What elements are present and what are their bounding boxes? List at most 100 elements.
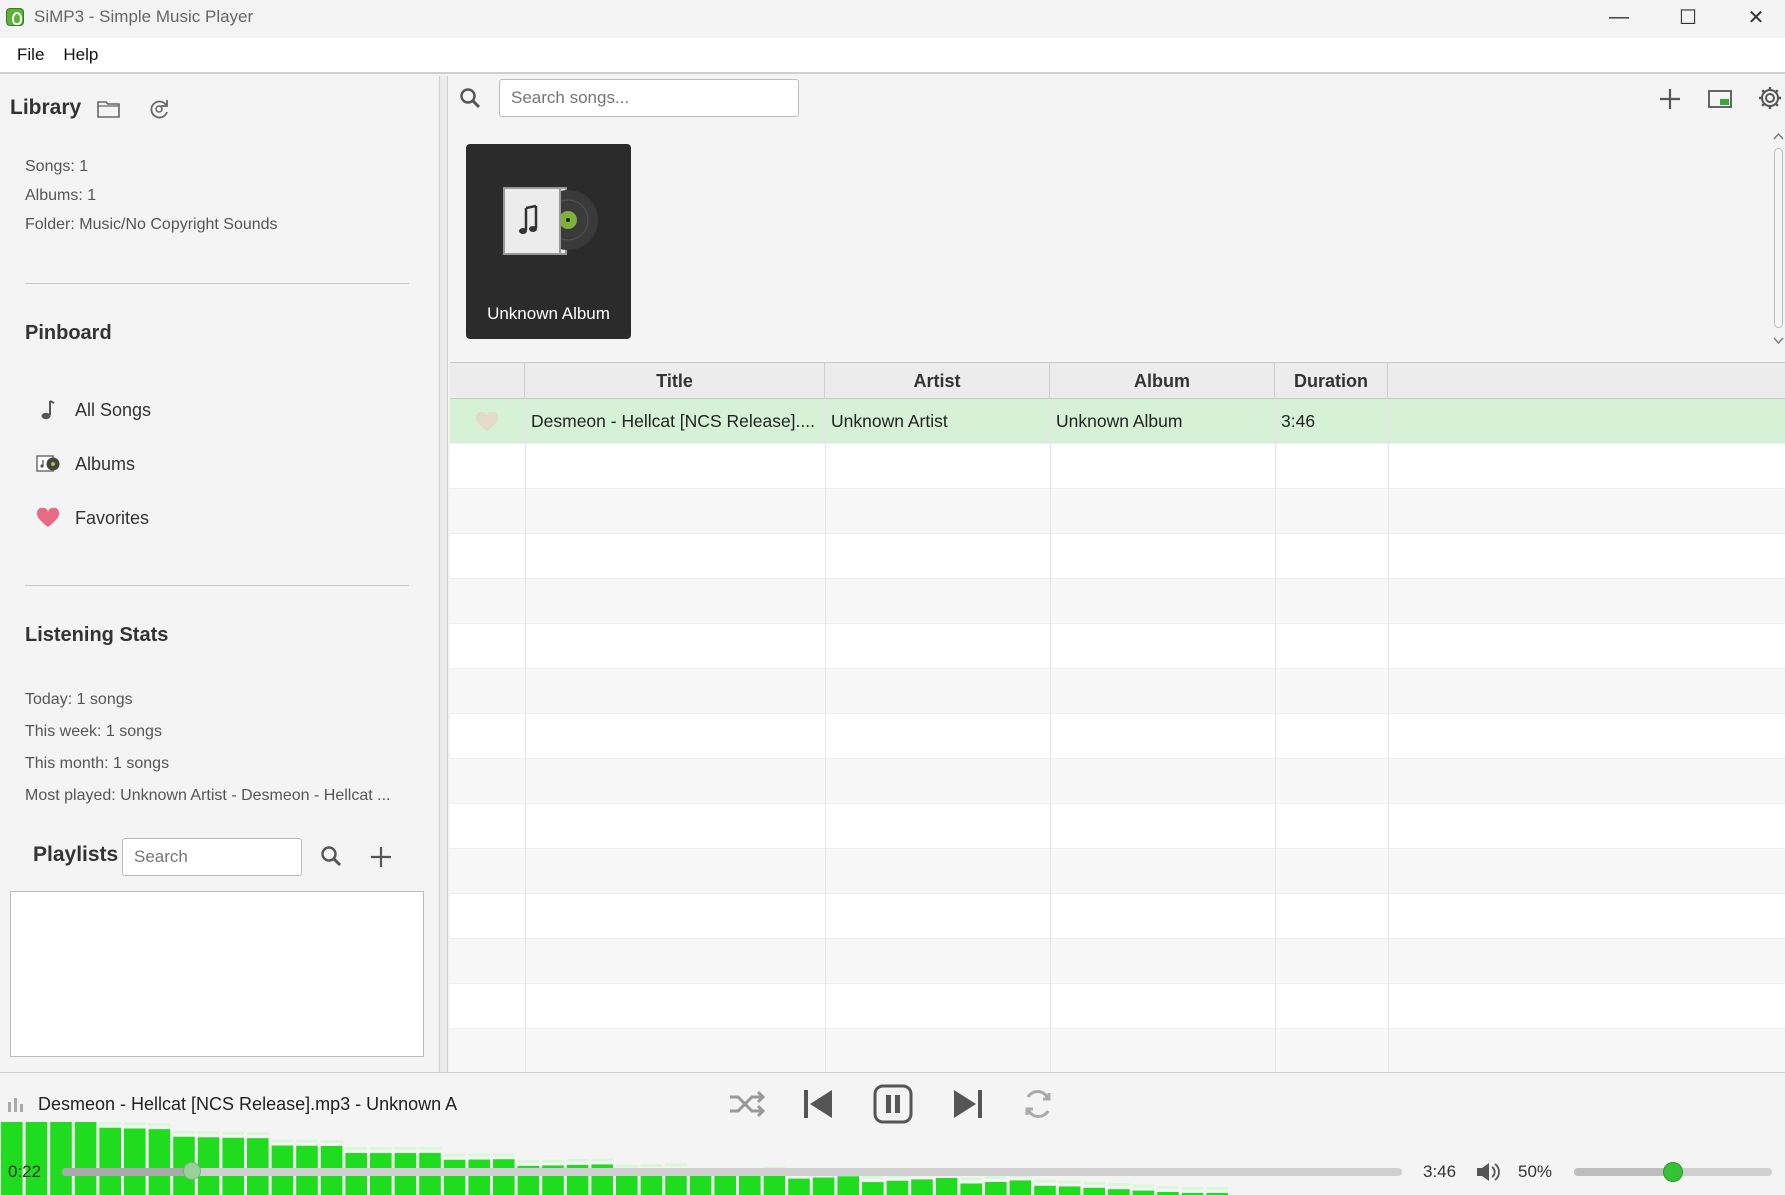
playlist-search-input[interactable]: [122, 838, 302, 876]
library-folder: Folder: Music/No Copyright Sounds: [25, 216, 278, 233]
table-row-empty: [450, 1029, 1785, 1074]
main-search-button[interactable]: [458, 86, 482, 110]
visualizer-bar: [812, 1177, 835, 1195]
visualizer-bar: [689, 1175, 712, 1195]
table-row[interactable]: Desmeon - Hellcat [NCS Release].... Unkn…: [450, 399, 1785, 444]
seek-bar-handle[interactable]: [182, 1162, 201, 1180]
favorite-toggle[interactable]: [450, 399, 525, 444]
visualizer-peak: [1083, 1181, 1105, 1185]
sidebar-splitter[interactable]: [440, 76, 448, 1072]
folder-icon: [97, 101, 120, 118]
cell-artist: Unknown Artist: [825, 399, 1050, 444]
music-note-icon: [36, 399, 60, 421]
scroll-up-icon[interactable]: [1772, 131, 1785, 143]
rescan-button[interactable]: [147, 97, 171, 121]
shuffle-button[interactable]: [725, 1082, 769, 1126]
visualizer-peak: [1108, 1183, 1130, 1187]
visualizer-bar: [1058, 1186, 1081, 1195]
visualizer-peak: [271, 1139, 294, 1143]
table-row-empty: [450, 804, 1785, 849]
column-header-album[interactable]: Album: [1050, 363, 1275, 399]
song-search-input[interactable]: [499, 79, 799, 117]
seek-bar[interactable]: [62, 1162, 1402, 1180]
scroll-down-icon[interactable]: [1772, 334, 1785, 346]
volume-slider[interactable]: [1574, 1162, 1772, 1182]
library-songs-count: Songs: 1: [25, 158, 89, 175]
column-divider: [825, 399, 826, 1073]
window-title: SiMP3 - Simple Music Player: [34, 7, 254, 26]
stats-month: This month: 1 songs: [25, 755, 170, 772]
settings-button[interactable]: [1756, 84, 1784, 112]
table-row-empty: [450, 534, 1785, 579]
column-header-artist[interactable]: Artist: [825, 363, 1050, 399]
minimize-button[interactable]: —: [1586, 0, 1652, 34]
volume-slider-handle[interactable]: [1663, 1162, 1683, 1182]
visualizer-bar: [739, 1173, 761, 1195]
pinboard-item-favorites[interactable]: Favorites: [36, 503, 149, 533]
scrollbar-thumb[interactable]: [1774, 148, 1783, 328]
visualizer-peak: [493, 1153, 515, 1157]
album-grid-scrollbar[interactable]: [1772, 130, 1785, 350]
visualizer-peak: [370, 1147, 392, 1151]
pinboard-item-all-songs[interactable]: All Songs: [36, 395, 151, 425]
minimize-icon: —: [1609, 5, 1629, 28]
add-playlist-button[interactable]: [367, 843, 395, 871]
menu-file[interactable]: File: [17, 45, 44, 65]
playlist-list[interactable]: [10, 891, 424, 1057]
pinboard-title: Pinboard: [25, 322, 112, 344]
menu-help[interactable]: Help: [63, 45, 98, 65]
table-row-empty: [450, 489, 1785, 534]
visualizer-peak: [173, 1130, 195, 1134]
column-header-title[interactable]: Title: [525, 363, 825, 399]
pinboard-item-albums[interactable]: Albums: [36, 449, 135, 479]
previous-button[interactable]: [796, 1082, 840, 1126]
playlist-search-button[interactable]: [318, 843, 344, 869]
table-row-empty: [450, 669, 1785, 714]
heart-outline-icon: [475, 411, 499, 431]
close-button[interactable]: ✕: [1723, 0, 1785, 34]
maximize-button[interactable]: ☐: [1655, 0, 1721, 34]
visualizer-peak: [419, 1146, 441, 1150]
visualizer-bar: [763, 1172, 786, 1195]
visualizer-bar: [862, 1182, 884, 1195]
column-header-favorite[interactable]: [450, 363, 525, 399]
listening-stats-title: Listening Stats: [25, 624, 169, 646]
pause-button[interactable]: [871, 1082, 915, 1126]
table-row-empty: [450, 984, 1785, 1029]
mini-player-icon: [1708, 90, 1732, 108]
library-title: Library: [10, 96, 82, 119]
visualizer-peak: [296, 1139, 318, 1143]
column-divider: [525, 399, 526, 1073]
album-card-label: Unknown Album: [487, 304, 610, 323]
table-row-empty: [450, 759, 1785, 804]
heart-icon: [36, 508, 60, 528]
visualizer-peak: [468, 1153, 490, 1157]
album-art-icon: [503, 187, 598, 255]
stats-week: This week: 1 songs: [25, 723, 162, 740]
visualizer-bar: [25, 1122, 48, 1195]
repeat-icon: [1025, 1090, 1051, 1118]
visualizer-bar: [443, 1159, 466, 1195]
playlists-title: Playlists: [33, 843, 119, 866]
visualizer-peak: [1206, 1187, 1228, 1190]
visualizer-peak: [148, 1123, 171, 1127]
repeat-button[interactable]: [1016, 1082, 1060, 1126]
volume-button[interactable]: [1474, 1160, 1502, 1184]
library-albums-count: Albums: 1: [25, 187, 97, 204]
visualizer-peak: [1157, 1186, 1179, 1189]
add-button[interactable]: [1656, 85, 1684, 113]
visualizer-bar: [197, 1137, 220, 1195]
search-icon: [321, 846, 342, 867]
album-card[interactable]: Unknown Album: [466, 144, 631, 339]
divider: [25, 585, 409, 586]
maximize-icon: ☐: [1679, 6, 1697, 29]
speaker-icon: [1477, 1163, 1500, 1181]
visualizer-peak: [443, 1153, 466, 1157]
audio-visualizer: [1, 1122, 1228, 1195]
next-button[interactable]: [946, 1082, 990, 1126]
open-folder-button[interactable]: [96, 98, 122, 120]
column-header-duration[interactable]: Duration: [1275, 363, 1388, 399]
table-row-empty: [450, 849, 1785, 894]
visualizer-peak: [566, 1158, 589, 1162]
mini-player-button[interactable]: [1706, 85, 1734, 113]
